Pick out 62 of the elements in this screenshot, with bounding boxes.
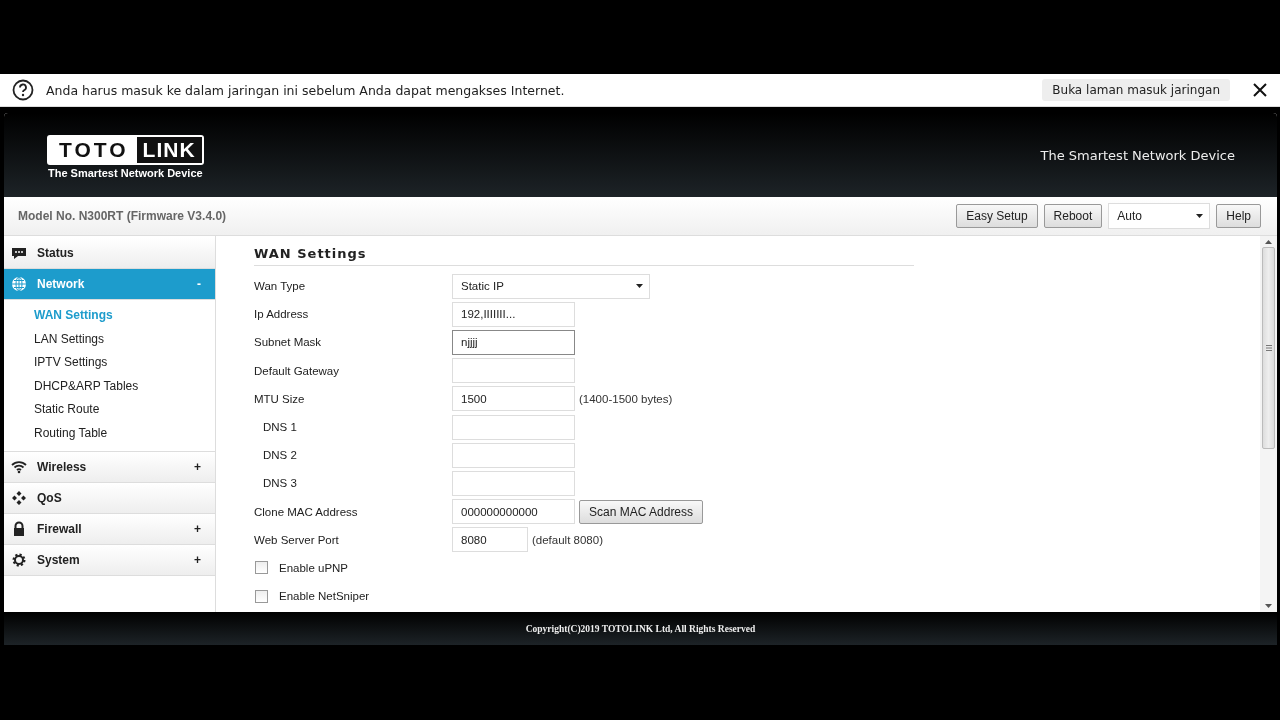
submenu-item[interactable]: Static Route	[34, 398, 215, 422]
login-page-button[interactable]: Buka laman masuk jaringan	[1042, 79, 1230, 101]
checkbox-label: Enable NetSniper	[279, 590, 370, 603]
section-title: WAN Settings	[254, 246, 914, 266]
checkbox[interactable]	[255, 589, 268, 603]
input-field[interactable]: 8080	[452, 527, 528, 553]
info-message: Anda harus masuk ke dalam jaringan ini sebelum Anda dapat mengakses Internet.	[46, 82, 566, 98]
input-field[interactable]	[452, 442, 575, 468]
scan-mac-button[interactable]: Scan MAC Address	[579, 499, 704, 524]
field-label: Clone MAC Address	[254, 505, 359, 518]
input-field[interactable]	[452, 358, 575, 384]
grip-icon	[1265, 345, 1272, 351]
expand-sign: +	[194, 522, 201, 536]
caret-icon	[1196, 214, 1204, 218]
field-label: Ip Address	[254, 308, 310, 321]
checkbox[interactable]	[255, 561, 268, 575]
field-label: DNS 2	[262, 449, 298, 462]
submenu-item[interactable]: LAN Settings	[34, 327, 215, 351]
field-note: (default 8080)	[532, 533, 603, 546]
input-field[interactable]: 1500	[452, 386, 575, 412]
gear-icon	[11, 552, 27, 568]
checkbox-label: Enable uPNP	[279, 561, 349, 574]
scrollbar[interactable]	[1260, 236, 1277, 612]
input-field[interactable]	[452, 414, 575, 440]
wan-type-select[interactable]: Static IP	[452, 273, 650, 299]
help-icon	[12, 79, 34, 101]
expand-sign: -	[197, 277, 201, 291]
close-button[interactable]	[1252, 82, 1268, 98]
expand-sign: +	[194, 460, 201, 474]
lock-icon	[11, 521, 27, 537]
expand-sign: +	[194, 553, 201, 567]
wifi-icon	[11, 459, 27, 475]
field-label: DNS 3	[262, 477, 298, 490]
globe-icon	[11, 276, 27, 292]
submenu-item[interactable]: DHCP&ARP Tables	[34, 374, 215, 398]
diamonds-icon	[11, 490, 27, 506]
field-note: (1400-1500 bytes)	[579, 392, 673, 405]
language-select[interactable]: Auto	[1108, 203, 1211, 229]
scroll-down-icon[interactable]	[1265, 604, 1272, 608]
field-label: DNS 1	[262, 421, 298, 434]
copyright: Copyright(C)2019 TOTOLINK Ltd, All Rights Reserved	[525, 623, 756, 634]
submenu-item[interactable]: Routing Table	[34, 421, 215, 445]
field-label: Wan Type	[254, 280, 307, 293]
field-label: Subnet Mask	[254, 336, 323, 349]
input-field[interactable]: 000000000000	[452, 499, 575, 525]
caret-icon	[636, 284, 643, 289]
submenu-item[interactable]: IPTV Settings	[34, 351, 215, 375]
logo-tagline: The Smartest Network Device	[47, 167, 203, 179]
scroll-up-icon[interactable]	[1265, 240, 1272, 244]
field-label: Default Gateway	[254, 364, 340, 377]
input-field[interactable]: 192,IIIIIII...	[452, 301, 575, 327]
slogan: The Smartest Network Device	[1040, 147, 1235, 163]
input-field[interactable]	[452, 470, 575, 496]
input-field[interactable]: njjjj	[452, 329, 575, 355]
model-number: Model No. N300RT (Firmware V3.4.0)	[18, 209, 228, 223]
toolbar-button[interactable]: Reboot	[1043, 204, 1103, 228]
help-button[interactable]: Help	[1216, 204, 1261, 228]
chat-icon	[11, 245, 27, 261]
toolbar-button[interactable]: Easy Setup	[956, 204, 1038, 228]
logo: TOTO LINK	[47, 135, 204, 165]
field-label: Web Server Port	[254, 533, 340, 546]
field-label: MTU Size	[254, 392, 306, 405]
